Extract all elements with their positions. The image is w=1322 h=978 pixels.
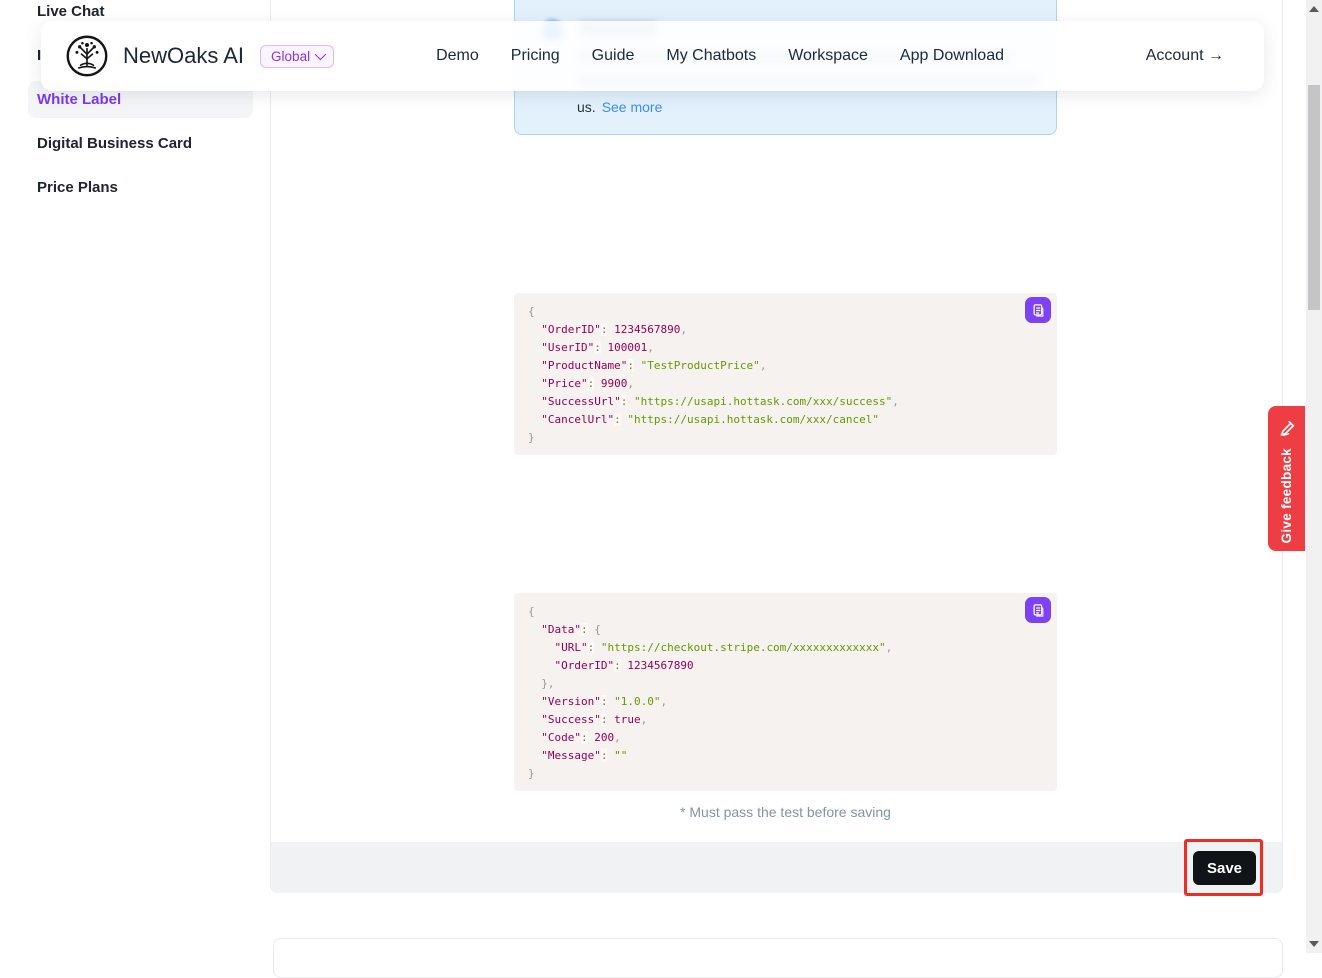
feedback-tab-label: Give feedback	[1279, 448, 1294, 543]
reminder-visible-text: us.	[577, 99, 596, 115]
sidebar-item-digital-business-card[interactable]: Digital Business Card	[37, 135, 192, 152]
parameters-code-block: { "OrderID": 1234567890, "UserID": 10000…	[514, 293, 1057, 455]
nav-link-guide[interactable]: Guide	[592, 47, 635, 65]
account-link[interactable]: Account →	[1146, 47, 1224, 65]
top-navbar: NewOaks AI Global Demo Pricing Guide My …	[41, 21, 1264, 91]
nav-link-workspace[interactable]: Workspace	[788, 47, 868, 65]
nav-link-demo[interactable]: Demo	[436, 47, 479, 65]
scrollbar-thumb[interactable]	[1308, 85, 1320, 310]
pencil-icon	[1277, 416, 1297, 438]
region-selector[interactable]: Global	[260, 45, 334, 68]
sidebar: Live Chat I White Label Digital Business…	[0, 0, 270, 953]
parameters-json: { "OrderID": 1234567890, "UserID": 10000…	[528, 303, 1043, 447]
sidebar-item-price-plans[interactable]: Price Plans	[37, 179, 118, 196]
sidebar-item-live-chat[interactable]: Live Chat	[37, 3, 105, 20]
nav-link-app-download[interactable]: App Download	[900, 47, 1004, 65]
brand-name: NewOaks AI	[123, 43, 244, 69]
nav-link-my-chatbots[interactable]: My Chatbots	[666, 47, 756, 65]
nav-link-pricing[interactable]: Pricing	[511, 47, 560, 65]
chevron-down-icon	[315, 49, 326, 60]
nav-links: Demo Pricing Guide My Chatbots Workspace…	[436, 47, 1004, 65]
scrollbar[interactable]	[1306, 0, 1322, 953]
copy-icon[interactable]	[1025, 297, 1051, 323]
region-selector-value: Global	[271, 49, 310, 64]
expected-response-code-block: { "Data": { "URL": "https://checkout.str…	[514, 593, 1057, 791]
card-footer	[271, 842, 1282, 893]
save-button[interactable]: Save	[1193, 851, 1256, 885]
sidebar-item-white-label[interactable]: White Label	[37, 91, 121, 108]
see-more-link[interactable]: See more	[602, 99, 663, 115]
must-pass-note: * Must pass the test before saving	[514, 804, 1057, 820]
newoaks-logo-icon[interactable]	[65, 34, 109, 78]
next-section-card	[273, 938, 1283, 978]
scroll-up-arrow-icon[interactable]	[1309, 6, 1319, 12]
give-feedback-tab[interactable]: Give feedback	[1268, 406, 1305, 551]
expected-response-json: { "Data": { "URL": "https://checkout.str…	[528, 603, 1043, 783]
copy-icon[interactable]	[1025, 597, 1051, 623]
scroll-down-arrow-icon[interactable]	[1309, 941, 1319, 947]
